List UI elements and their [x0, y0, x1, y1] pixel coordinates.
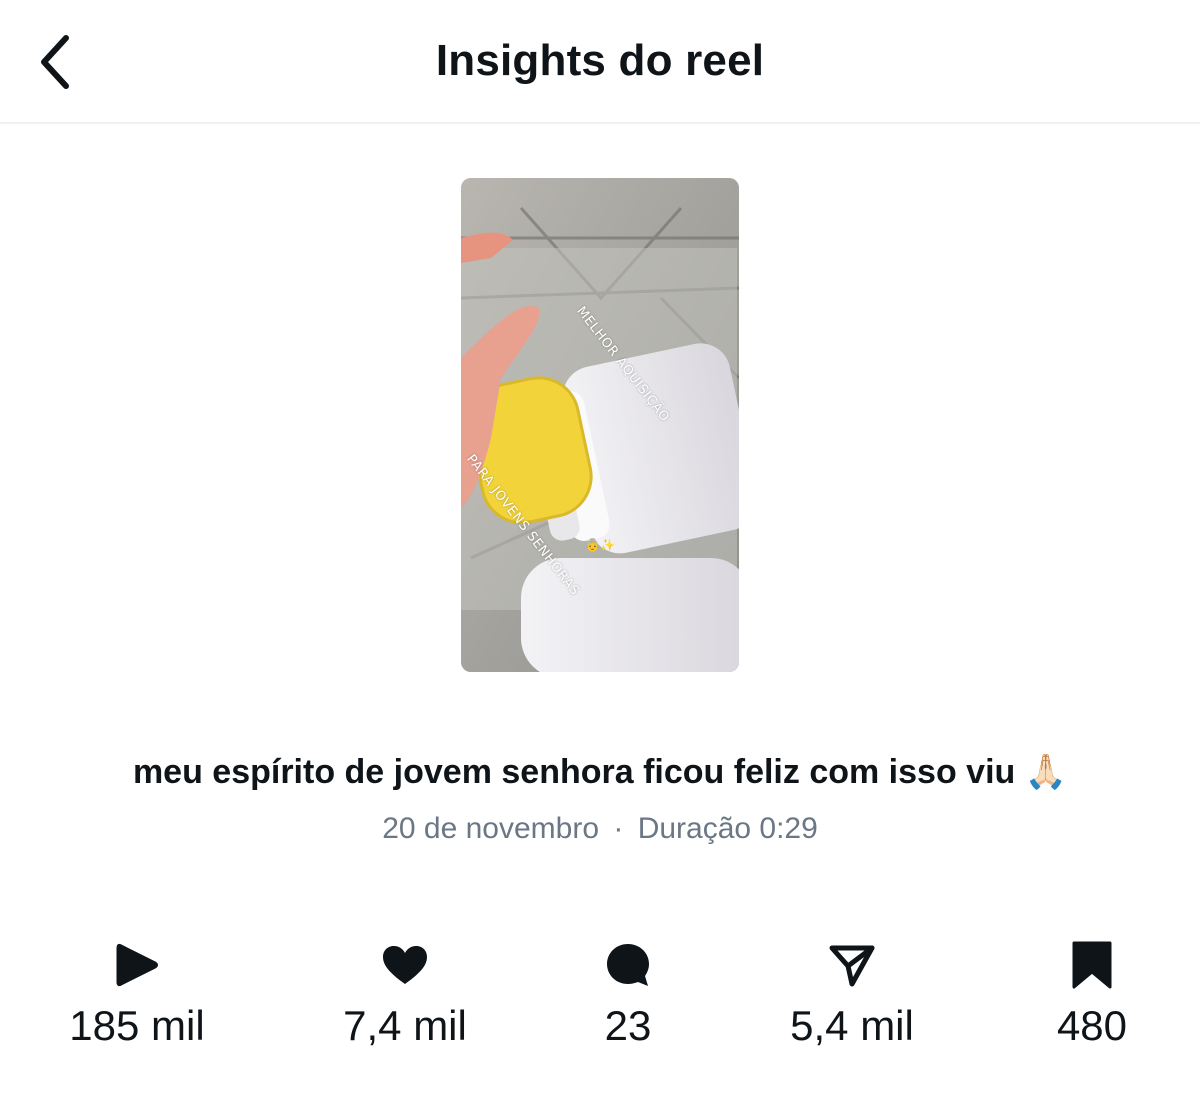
share-icon: [829, 945, 875, 987]
saves-count: 480: [1056, 1002, 1128, 1049]
stat-likes[interactable]: 7,4 mil: [295, 930, 515, 1050]
reel-caption: meu espírito de jovem senhora ficou feli…: [132, 753, 1068, 791]
likes-count: 7,4 mil: [343, 1002, 467, 1049]
bookmark-icon: [1072, 941, 1112, 989]
comment-icon: [607, 944, 649, 986]
top-bar: Insights do reel: [0, 0, 1200, 124]
heart-icon: [383, 946, 427, 984]
meta-separator: ·: [613, 812, 624, 845]
play-icon: [116, 943, 158, 987]
plays-count: 185 mil: [69, 1002, 205, 1049]
comments-count: 23: [604, 1002, 652, 1049]
shares-count: 5,4 mil: [790, 1002, 914, 1049]
stats-row: 185 mil 7,4 mil 23 5,4 mil 480: [0, 930, 1200, 1060]
reel-date: 20 de novembro: [382, 812, 599, 845]
stat-plays[interactable]: 185 mil: [27, 930, 247, 1050]
reel-duration: Duração 0:29: [637, 812, 818, 845]
page-title: Insights do reel: [435, 36, 765, 85]
stat-shares[interactable]: 5,4 mil: [742, 930, 962, 1050]
reel-thumbnail[interactable]: MELHOR AQUISIÇÃO PARA JOVENS SENHORAS 👵✨: [461, 178, 739, 672]
stat-saves[interactable]: 480: [982, 930, 1200, 1050]
reel-meta: 20 de novembro · Duração 0:29: [0, 812, 1200, 846]
overlay-emoji: 👵✨: [585, 538, 615, 552]
stat-comments[interactable]: 23: [518, 930, 738, 1050]
reel-thumbnail-image: [461, 178, 739, 672]
